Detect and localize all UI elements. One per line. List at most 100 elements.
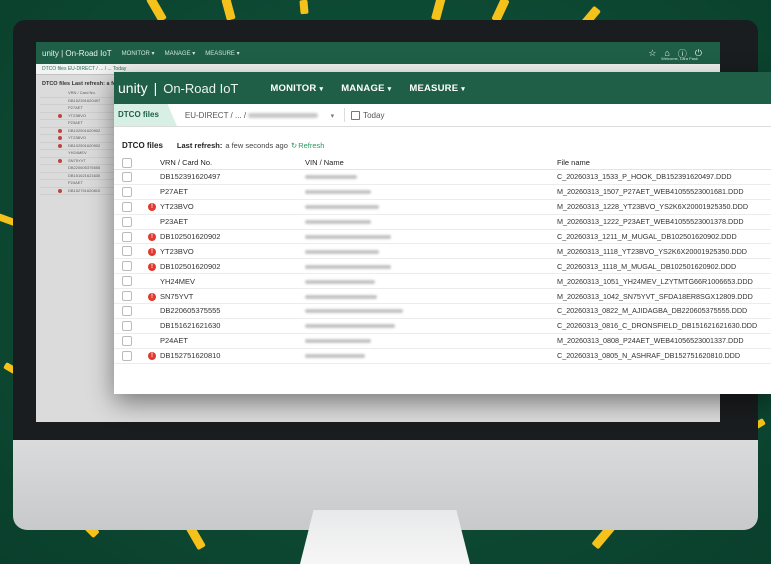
alert-cell	[148, 214, 160, 230]
select-all-checkbox[interactable]	[122, 157, 132, 168]
nav-measure[interactable]: MEASURE ▾	[409, 83, 465, 94]
brand-separator: |	[153, 80, 158, 96]
table-row[interactable]: YH24MEV M_20260313_1051_YH24MEV_LZYTMTG66…	[114, 273, 771, 290]
table-row[interactable]: P23AET M_20260313_1222_P23AET_WEB41055523…	[114, 214, 771, 230]
nav-monitor-label: MONITOR	[270, 82, 317, 94]
file-name-cell[interactable]: C_20260313_1533_P_HOOK_DB152391620497.DD…	[557, 169, 771, 185]
main-nav: MONITOR ▾ MANAGE ▾ MEASURE ▾	[270, 83, 465, 94]
vin-redacted	[305, 354, 365, 359]
file-name-cell[interactable]: M_20260313_1118_YT23BVO_YS2K6X2000192535…	[557, 243, 771, 260]
alert-icon: !	[148, 203, 156, 212]
table-row[interactable]: ! YT23BVO M_20260313_1118_YT23BVO_YS2K6X20…	[114, 243, 771, 260]
background-nav-monitor: MONITOR ▾	[121, 50, 155, 57]
row-checkbox[interactable]	[122, 350, 132, 361]
file-name-cell[interactable]: C_20260313_1118_M_MUGAL_DB102501620902.D…	[557, 258, 771, 275]
row-checkbox[interactable]	[122, 335, 132, 346]
divider	[344, 108, 346, 122]
table-header-row: VRN / Card No. VIN / Name File name	[114, 156, 771, 170]
row-checkbox[interactable]	[122, 171, 132, 182]
file-name-cell[interactable]: M_20260313_1228_YT23BVO_YS2K6X2000192535…	[557, 199, 771, 215]
date-filter[interactable]: Today	[351, 110, 385, 120]
vrn-cell: DB220605375555	[160, 303, 305, 319]
background-logo: unity | On-Road IoT	[42, 48, 112, 58]
breadcrumb[interactable]: EU-DIRECT / ... / ▾	[185, 111, 334, 120]
table-row[interactable]: ! SN75YVT M_20260313_1042_SN75YVT_SFDA18ER…	[114, 288, 771, 305]
row-checkbox[interactable]	[122, 320, 132, 331]
chevron-down-icon: ▾	[461, 85, 465, 93]
chevron-down-icon[interactable]: ▾	[331, 113, 335, 120]
file-name-cell[interactable]: C_20260313_0822_M_AJIDAGBA_DB22060537555…	[557, 303, 771, 319]
table-row[interactable]: ! YT23BVO M_20260313_1228_YT23BVO_YS2K6X20…	[114, 199, 771, 215]
alert-column-header	[148, 156, 160, 170]
breadcrumb-redacted	[248, 112, 319, 118]
product-name: On-Road IoT	[163, 80, 239, 96]
vin-cell	[305, 318, 557, 334]
table-row[interactable]: ! DB152751620810 C_20260313_0805_N_ASHRAF_…	[114, 348, 771, 364]
row-checkbox[interactable]	[122, 216, 132, 227]
row-checkbox[interactable]	[122, 186, 132, 197]
column-header-vrn[interactable]: VRN / Card No.	[160, 156, 305, 170]
top-navbar: unity | On-Road IoT MONITOR ▾ MANAGE ▾ MEA…	[114, 72, 771, 104]
table-row[interactable]: P27AET M_20260313_1507_P27AET_WEB41055523…	[114, 184, 771, 200]
table-row[interactable]: P24AET M_20260313_0808_P24AET_WEB41056523…	[114, 333, 771, 349]
vin-redacted	[305, 235, 391, 240]
file-name-cell[interactable]: M_20260313_1222_P23AET_WEB41055523001378…	[557, 214, 771, 230]
table-row[interactable]: ! DB102501620902 C_20260313_1118_M_MUGAL_D…	[114, 258, 771, 275]
row-checkbox[interactable]	[122, 276, 132, 287]
row-select-cell	[114, 318, 148, 334]
vin-cell	[305, 229, 557, 245]
file-name-cell[interactable]: C_20260313_0816_C_DRONSFIELD_DB151621621…	[557, 318, 771, 334]
row-select-cell	[114, 199, 148, 215]
row-checkbox[interactable]	[122, 261, 132, 272]
vin-redacted	[305, 220, 371, 225]
vin-cell	[305, 184, 557, 200]
vin-cell	[305, 169, 557, 185]
vin-redacted	[305, 294, 377, 299]
alert-cell	[148, 184, 160, 200]
nav-measure-label: MEASURE	[409, 82, 459, 94]
date-filter-label: Today	[363, 110, 385, 120]
row-select-cell	[114, 169, 148, 185]
monitor-stand	[300, 510, 470, 564]
file-name-cell[interactable]: M_20260313_1042_SN75YVT_SFDA18ER8SGX1280…	[557, 288, 771, 305]
column-header-file[interactable]: File name	[557, 156, 771, 170]
row-checkbox[interactable]	[122, 231, 132, 242]
refresh-button[interactable]: ↻ Refresh	[291, 141, 325, 150]
file-name-cell[interactable]: M_20260313_0808_P24AET_WEB41056523001337…	[557, 333, 771, 349]
refresh-icon: ↻	[290, 141, 298, 150]
row-checkbox[interactable]	[122, 305, 132, 316]
vrn-cell: P23AET	[160, 214, 305, 230]
row-checkbox[interactable]	[122, 201, 132, 212]
vrn-cell: YT23BVO	[160, 199, 305, 215]
tab-dtco-files[interactable]: DTCO files	[114, 104, 177, 126]
file-name-cell[interactable]: C_20260313_0805_N_ASHRAF_DB152751620810.…	[557, 348, 771, 364]
file-name-cell[interactable]: M_20260313_1051_YH24MEV_LZYTMTG66R100665…	[557, 273, 771, 290]
table-row[interactable]: DB152391620497 C_20260313_1533_P_HOOK_DB1…	[114, 169, 771, 185]
brand-name: unity	[118, 80, 148, 96]
nav-manage[interactable]: MANAGE ▾	[341, 83, 391, 94]
vrn-cell: DB102501620902	[160, 258, 305, 275]
column-header-vin[interactable]: VIN / Name	[305, 156, 557, 170]
vrn-cell: P24AET	[160, 333, 305, 349]
row-select-cell	[114, 348, 148, 364]
alert-cell	[148, 273, 160, 290]
vin-cell	[305, 214, 557, 230]
row-checkbox[interactable]	[122, 291, 132, 302]
brand-logo[interactable]: unity | On-Road IoT	[118, 80, 238, 96]
file-name-cell[interactable]: C_20260313_1211_M_MUGAL_DB102501620902.D…	[557, 229, 771, 245]
alert-cell	[148, 318, 160, 334]
refresh-label: Refresh	[298, 141, 325, 150]
vrn-cell: P27AET	[160, 184, 305, 200]
file-name-cell[interactable]: M_20260313_1507_P27AET_WEB41055523001681…	[557, 184, 771, 200]
table-row[interactable]: ! DB102501620902 C_20260313_1211_M_MUGAL_D…	[114, 229, 771, 245]
table-row[interactable]: DB151621621630 C_20260313_0816_C_DRONSFIE…	[114, 318, 771, 334]
row-checkbox[interactable]	[122, 246, 132, 257]
list-header: DTCO files Last refresh: a few seconds a…	[114, 141, 771, 150]
vin-redacted	[305, 264, 391, 269]
nav-monitor[interactable]: MONITOR ▾	[270, 83, 323, 94]
vrn-cell: SN75YVT	[160, 288, 305, 305]
table-row[interactable]: DB220605375555 C_20260313_0822_M_AJIDAGBA…	[114, 303, 771, 319]
chevron-down-icon: ▾	[319, 85, 324, 93]
row-select-cell	[114, 288, 148, 305]
nav-manage-label: MANAGE	[341, 82, 385, 94]
